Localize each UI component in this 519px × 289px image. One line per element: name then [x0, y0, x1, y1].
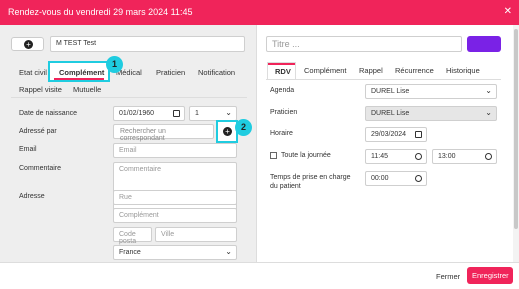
tab-complement-label: Complément: [59, 68, 105, 77]
allday-checkbox[interactable]: [270, 152, 277, 159]
tab-mutuelle[interactable]: Mutuelle: [73, 85, 101, 94]
horaire-date-value: 29/03/2024: [371, 131, 407, 138]
close-icon[interactable]: ✕: [504, 6, 512, 17]
email-field[interactable]: Email: [113, 143, 237, 158]
praticien-label: Praticien: [270, 109, 298, 116]
start-time-field[interactable]: 11:45: [365, 149, 427, 164]
end-time-value: 13:00: [438, 153, 456, 160]
tab-rdv-label: RDV: [275, 67, 291, 76]
scrollbar-thumb[interactable]: [514, 29, 518, 229]
country-value: France: [119, 249, 141, 256]
street-field[interactable]: Rue: [113, 190, 237, 205]
duree-field[interactable]: 00:00: [365, 171, 427, 186]
annotation-marker-1: 1: [106, 56, 123, 73]
chevron-down-icon: ⌄: [485, 86, 492, 95]
patient-name-field[interactable]: M TEST Test: [50, 36, 245, 52]
save-button-label: Enregistrer: [472, 271, 509, 280]
clock-icon: [415, 153, 422, 160]
postal-code-field[interactable]: Code posta: [113, 227, 152, 245]
duree-label-line-1: Temps de prise en charge: [270, 174, 351, 181]
adresse-par-label: Adressé par: [19, 128, 57, 135]
horaire-label: Horaire: [270, 130, 293, 137]
clock-icon: [415, 175, 422, 182]
birth-count-value: 1: [195, 110, 199, 117]
plus-circle-icon: +: [223, 127, 232, 136]
title-field[interactable]: Titre ...: [266, 36, 462, 52]
tab-etat-civil[interactable]: Etat civil: [19, 68, 47, 77]
chevron-down-icon: ⌄: [225, 247, 232, 256]
modal-header: Rendez-vous du vendredi 29 mars 2024 11:…: [0, 0, 519, 25]
annotation-marker-2: 2: [235, 119, 252, 136]
tabs-divider: [266, 79, 501, 80]
correspondant-search-input[interactable]: Rechercher un correspondant: [113, 124, 214, 142]
patient-pane: + M TEST Test Etat civil Complément Médi…: [0, 25, 257, 262]
address-complement-field[interactable]: Complément: [113, 208, 237, 223]
calendar-icon: [173, 110, 180, 117]
clock-icon: [485, 153, 492, 160]
patient-add-button[interactable]: +: [11, 37, 44, 51]
tab-rappel-visite[interactable]: Rappel visite: [19, 85, 62, 94]
color-picker-button[interactable]: [467, 36, 501, 52]
modal-footer: Fermer Enregistrer: [0, 262, 519, 289]
birth-count-select[interactable]: 1 ⌄: [189, 106, 237, 121]
horaire-date-field[interactable]: 29/03/2024: [365, 127, 427, 142]
birth-label: Date de naissance: [19, 110, 77, 117]
tab-praticien[interactable]: Praticien: [156, 68, 185, 77]
calendar-icon: [415, 131, 422, 138]
tabs-divider: [11, 97, 247, 98]
plus-circle-icon: +: [24, 40, 33, 49]
start-time-value: 11:45: [371, 153, 388, 160]
modal-title: Rendez-vous du vendredi 29 mars 2024 11:…: [8, 7, 193, 17]
tab-rdv[interactable]: RDV: [267, 62, 296, 79]
agenda-select[interactable]: DUREL Lise ⌄: [365, 84, 497, 99]
agenda-label: Agenda: [270, 87, 295, 94]
end-time-field[interactable]: 13:00: [432, 149, 497, 164]
country-select[interactable]: France ⌄: [113, 245, 237, 260]
chevron-down-icon: ⌄: [485, 108, 492, 117]
tab-recurrence[interactable]: Récurrence: [395, 66, 434, 75]
scrollbar[interactable]: [513, 25, 519, 262]
allday-label: Toute la journée: [281, 152, 331, 159]
email-label: Email: [19, 146, 37, 153]
close-button[interactable]: Fermer: [436, 272, 460, 281]
tab-historique[interactable]: Historique: [446, 66, 480, 75]
tab-notification[interactable]: Notification: [198, 68, 235, 77]
comment-label: Commentaire: [19, 165, 62, 172]
agenda-value: DUREL Lise: [371, 88, 410, 95]
birth-date-value: 01/02/1960: [119, 110, 155, 117]
praticien-value: DUREL Lise: [371, 110, 410, 117]
tab-complement-rdv[interactable]: Complément: [304, 66, 347, 75]
tab-active-underline: [268, 63, 295, 65]
chevron-down-icon: ⌄: [225, 108, 232, 117]
address-label: Adresse: [19, 193, 45, 200]
save-button[interactable]: Enregistrer: [467, 267, 513, 284]
tab-rappel[interactable]: Rappel: [359, 66, 383, 75]
duree-value: 00:00: [371, 175, 389, 182]
city-field[interactable]: Ville: [155, 227, 237, 242]
tab-complement[interactable]: Complément: [48, 61, 110, 82]
praticien-select[interactable]: DUREL Lise ⌄: [365, 106, 497, 121]
appointment-pane: Titre ... RDV Complément Rappel Récurren…: [258, 25, 513, 262]
birth-date-field[interactable]: 01/02/1960: [113, 106, 185, 121]
tab-active-underline: [54, 78, 104, 80]
duree-label-line-2: du patient: [270, 183, 301, 190]
